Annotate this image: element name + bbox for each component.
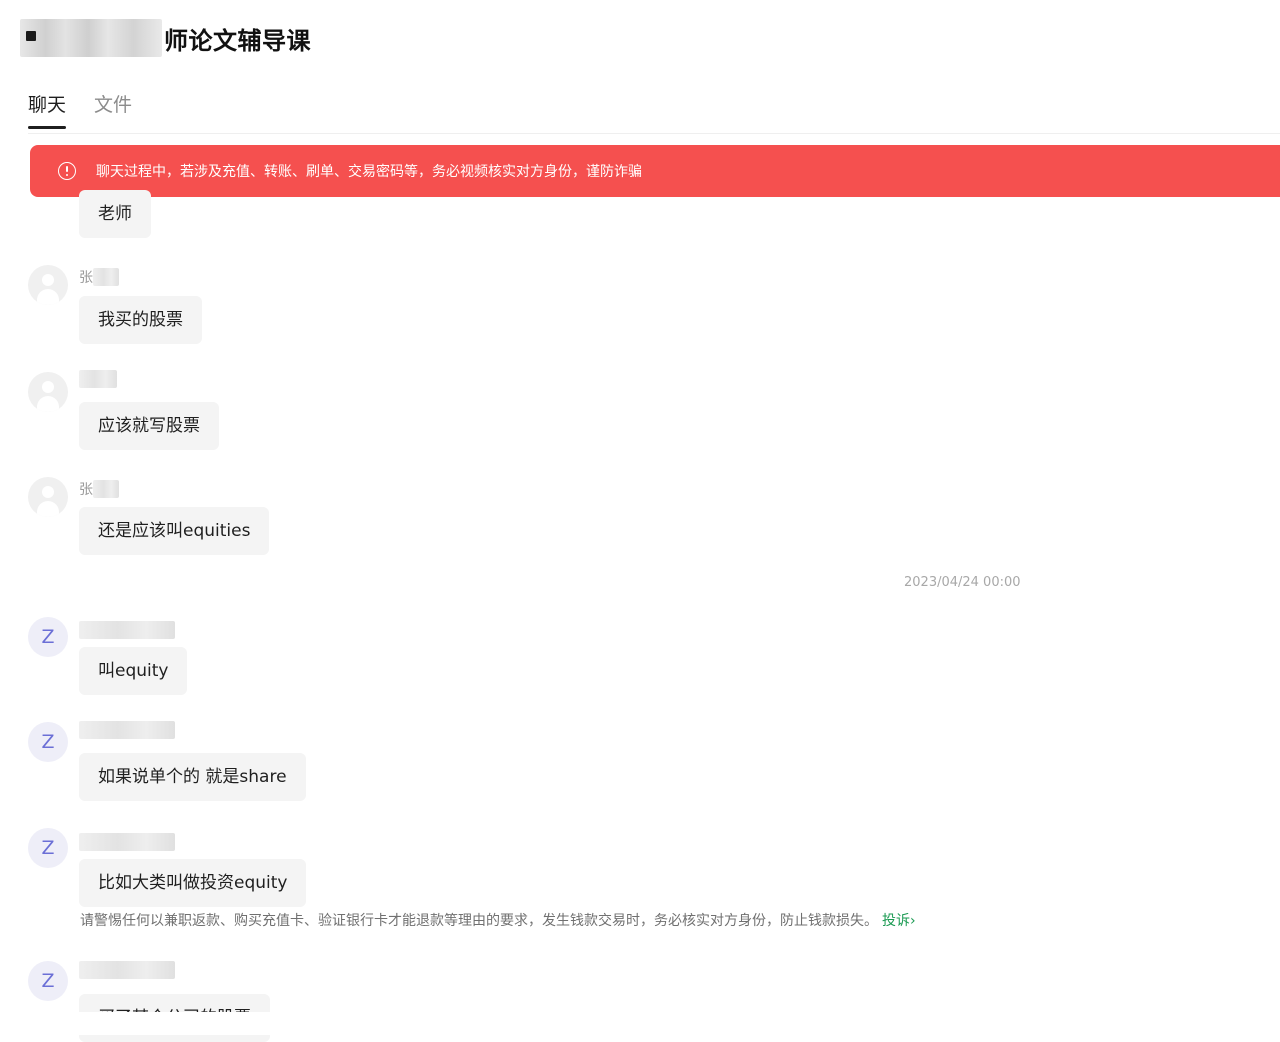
message-sender: 张: [79, 479, 119, 499]
alert-icon: [58, 162, 76, 180]
anti-fraud-notice-text: 请警惕任何以兼职返款、购买充值卡、验证银行卡才能退款等理由的要求，发生钱款交易时…: [80, 913, 878, 929]
message-bubble: 比如大类叫做投资equity: [79, 859, 307, 907]
tab-files[interactable]: 文件: [94, 90, 132, 129]
redacted-sender-name: [79, 833, 175, 851]
redacted-title-prefix: [20, 19, 162, 57]
sender-name: 张: [79, 482, 93, 498]
fraud-warning-text: 聊天过程中，若涉及充值、转账、刷单、交易密码等，务必视频核实对方身份，谨防诈骗: [96, 164, 642, 180]
message-sender: [79, 620, 175, 640]
message-bubble: 老师: [79, 190, 151, 238]
chevron-right-icon: ›: [910, 913, 916, 929]
message-bubble: 还是应该叫equities: [79, 507, 270, 555]
message-bubble: 如果说单个的 就是share: [79, 753, 306, 801]
scroll-cutoff: [0, 1012, 1280, 1035]
chat-title: 师论文辅导课: [164, 26, 311, 55]
avatar-default-icon[interactable]: [28, 477, 68, 517]
message-bubble: 应该就写股票: [79, 402, 219, 450]
avatar-letter-icon[interactable]: Z: [28, 617, 68, 657]
message-sender: [79, 832, 175, 852]
message-sender: [79, 369, 117, 389]
redacted-sender-name: [79, 721, 175, 739]
tab-divider: [28, 133, 1280, 134]
redacted-sender-name: [93, 480, 119, 498]
report-link-label: 投诉: [882, 913, 910, 929]
avatar-letter-icon[interactable]: Z: [28, 722, 68, 762]
avatar-default-icon[interactable]: [28, 372, 68, 412]
tab-chat[interactable]: 聊天: [28, 90, 67, 129]
avatar-letter-icon[interactable]: Z: [28, 828, 68, 868]
avatar-default-icon[interactable]: [28, 265, 68, 305]
redacted-sender-name: [79, 621, 175, 639]
chat-header: 师论文辅导课: [20, 18, 311, 58]
report-link[interactable]: 投诉›: [882, 913, 916, 929]
message-timestamp: 2023/04/24 00:00: [904, 575, 1021, 590]
message-sender: 张: [79, 267, 119, 287]
anti-fraud-notice: 请警惕任何以兼职返款、购买充值卡、验证银行卡才能退款等理由的要求，发生钱款交易时…: [80, 910, 916, 930]
message-bubble: 叫equity: [79, 647, 188, 695]
message-bubble: 我买的股票: [79, 296, 202, 344]
sender-name: 张: [79, 270, 93, 286]
message-sender: [79, 960, 175, 980]
avatar-letter-icon[interactable]: Z: [28, 961, 68, 1001]
redacted-sender-name: [79, 961, 175, 979]
fraud-warning-banner: 聊天过程中，若涉及充值、转账、刷单、交易密码等，务必视频核实对方身份，谨防诈骗: [30, 145, 1280, 197]
redacted-sender-name: [93, 268, 119, 286]
message-sender: [79, 720, 175, 740]
tab-bar: 聊天 文件: [28, 90, 132, 129]
redacted-sender-name: [79, 370, 117, 388]
